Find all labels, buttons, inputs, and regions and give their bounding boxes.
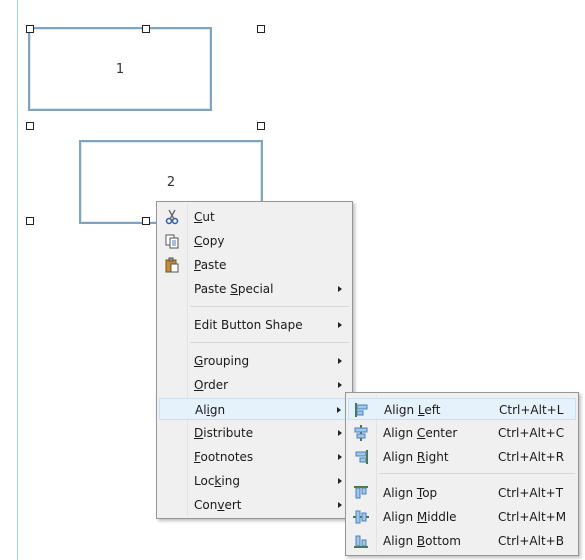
menu-item-footnotes[interactable]: Footnotes: [159, 446, 350, 468]
scissors-icon: [164, 209, 180, 225]
selection-handle[interactable]: [26, 217, 34, 225]
selection-handle[interactable]: [142, 217, 150, 225]
selection-handle[interactable]: [26, 25, 34, 33]
selection-handle[interactable]: [26, 122, 34, 130]
menu-item-order[interactable]: Order: [159, 374, 350, 396]
menu-separator: [190, 342, 349, 343]
shape-1-label: 1: [115, 61, 125, 77]
menu-item-copy[interactable]: Copy: [159, 230, 350, 252]
menu-item-locking[interactable]: Locking: [159, 470, 350, 492]
align-submenu: Align Left Ctrl+Alt+L Align Center Ctrl+…: [345, 392, 579, 556]
guide-line: [17, 0, 18, 560]
submenu-arrow-icon: [337, 407, 341, 413]
submenu-item-align-bottom[interactable]: Align Bottom Ctrl+Alt+B: [348, 530, 576, 552]
context-menu: Cut Copy Paste Paste Special Edit Button…: [156, 201, 353, 519]
menu-item-distribute[interactable]: Distribute: [159, 422, 350, 444]
shape-2-label: 2: [166, 174, 176, 190]
selection-handle[interactable]: [257, 122, 265, 130]
submenu-arrow-icon: [338, 502, 342, 508]
submenu-arrow-icon: [338, 454, 342, 460]
menu-separator: [379, 473, 575, 474]
paste-icon: [164, 257, 180, 273]
menu-item-align[interactable]: Align: [159, 398, 350, 420]
submenu-item-align-right[interactable]: Align Right Ctrl+Alt+R: [348, 446, 576, 468]
menu-item-cut[interactable]: Cut: [159, 206, 350, 228]
align-right-icon: [353, 449, 369, 465]
submenu-item-align-middle[interactable]: Align Middle Ctrl+Alt+M: [348, 506, 576, 528]
submenu-arrow-icon: [338, 322, 342, 328]
align-bottom-icon: [353, 533, 369, 549]
submenu-arrow-icon: [338, 358, 342, 364]
submenu-arrow-icon: [338, 382, 342, 388]
menu-separator: [190, 306, 349, 307]
align-left-icon: [354, 402, 370, 418]
align-center-icon: [353, 425, 369, 441]
submenu-arrow-icon: [338, 286, 342, 292]
menu-item-paste-special[interactable]: Paste Special: [159, 278, 350, 300]
submenu-arrow-icon: [338, 478, 342, 484]
submenu-item-align-top[interactable]: Align Top Ctrl+Alt+T: [348, 482, 576, 504]
submenu-item-align-center[interactable]: Align Center Ctrl+Alt+C: [348, 422, 576, 444]
menu-item-edit-button-shape[interactable]: Edit Button Shape: [159, 314, 350, 336]
align-top-icon: [353, 485, 369, 501]
copy-icon: [164, 233, 180, 249]
menu-item-paste[interactable]: Paste: [159, 254, 350, 276]
align-middle-icon: [353, 509, 369, 525]
menu-item-convert[interactable]: Convert: [159, 494, 350, 516]
selection-handle[interactable]: [257, 25, 265, 33]
submenu-arrow-icon: [338, 430, 342, 436]
menu-item-grouping[interactable]: Grouping: [159, 350, 350, 372]
submenu-item-align-left[interactable]: Align Left Ctrl+Alt+L: [348, 398, 576, 420]
shape-1[interactable]: 1: [28, 27, 212, 111]
selection-handle[interactable]: [142, 25, 150, 33]
